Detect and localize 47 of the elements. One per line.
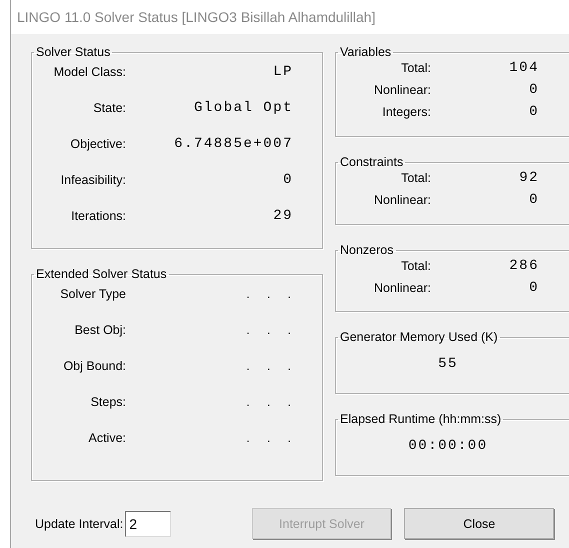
field-label: Nonlinear: [373,83,431,97]
group-title: Extended Solver Status [35,267,168,281]
field-value: . . . [245,323,292,337]
group-title: Solver Status [35,45,112,59]
field-label: Obj Bound: [62,359,126,373]
field-value: 6.74885e+007 [173,136,293,152]
field-value: 0 [528,104,539,120]
field-value: 0 [282,172,293,188]
field-label: Total: [400,61,431,75]
field-value: 286 [508,258,539,274]
field-value: 0 [528,82,539,98]
field-label: Iterations: [70,209,126,223]
field-label: State: [92,101,126,115]
close-button[interactable]: Close [404,508,554,539]
field-value: . . . [245,359,292,373]
field-value: . . . [245,287,292,301]
field-value: . . . [245,395,292,409]
field-label: Total: [400,171,431,185]
field-value: 00:00:00 [408,438,488,454]
field-label: Model Class: [52,65,126,79]
group-title: Nonzeros [339,243,394,257]
field-label: Steps: [90,395,126,409]
window-title: LINGO 11.0 Solver Status [LINGO3 Bisillah Alhamdulillah] [17,9,376,25]
group-title: Generator Memory Used (K) [339,330,499,344]
update-interval-label: Update Interval: [35,516,124,530]
group-title: Elapsed Runtime (hh:mm:ss) [339,412,502,426]
field-label: Solver Type [59,287,126,301]
field-value: . . . [245,431,292,445]
group-title: Constraints [339,155,404,169]
field-label: Nonlinear: [373,281,431,295]
field-label: Active: [87,431,126,445]
field-value: 55 [438,356,458,372]
field-label: Infeasibility: [60,173,126,187]
field-label: Objective: [69,137,126,151]
field-value: Global Opt [192,100,293,116]
group-title: Variables [339,45,392,59]
field-value: 0 [528,192,539,208]
field-value: 92 [518,170,539,186]
field-label: Nonlinear: [373,193,431,207]
field-label: Best Obj: [74,323,126,337]
field-value: LP [272,64,293,80]
field-label: Total: [400,259,431,273]
field-value: 0 [528,280,539,296]
field-label: Integers: [381,105,431,119]
field-value: 29 [272,208,293,224]
update-interval-field[interactable]: 2 [125,510,172,536]
field-value: 104 [508,60,539,76]
